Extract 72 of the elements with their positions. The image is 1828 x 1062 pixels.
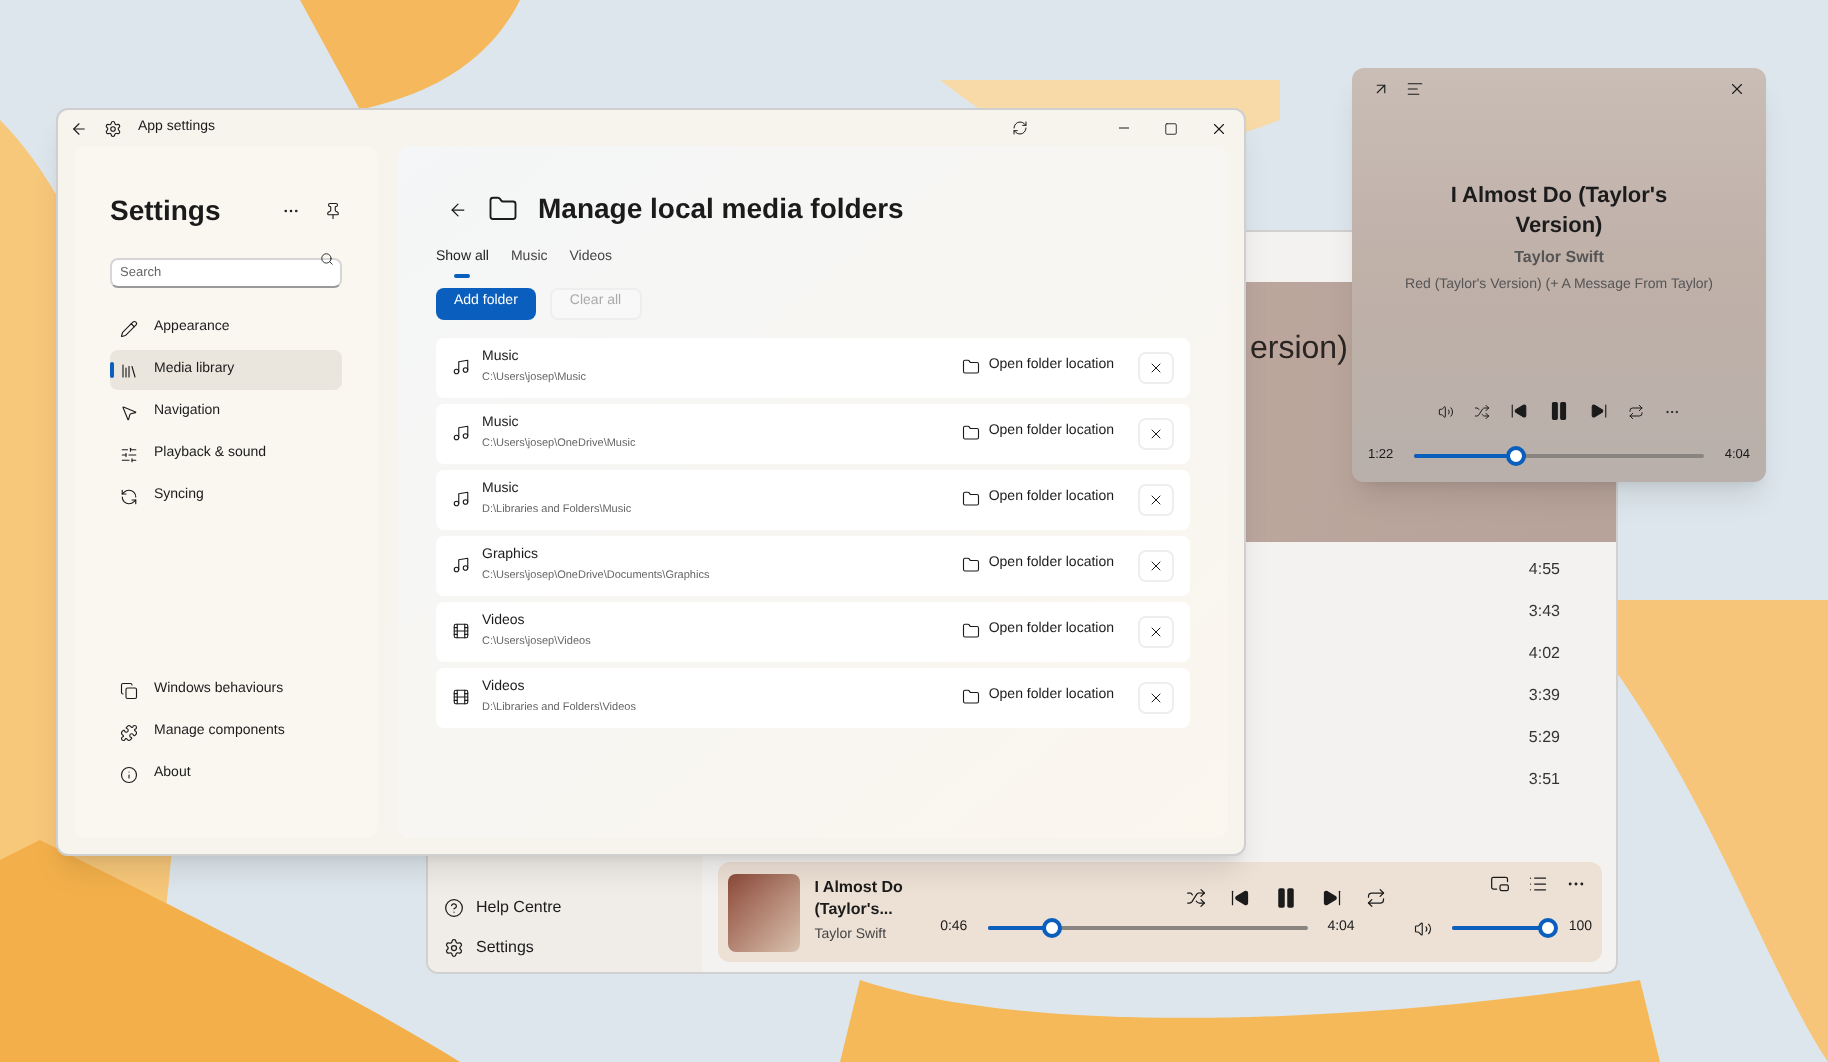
slider-thumb[interactable]	[1505, 446, 1526, 466]
previous-icon[interactable]	[1230, 887, 1251, 908]
album-art-placeholder	[728, 873, 801, 951]
maximize-icon[interactable]	[1164, 121, 1178, 135]
next-icon[interactable]	[1590, 402, 1608, 420]
track-title: I Almost Do (Taylor's...	[814, 876, 905, 921]
repeat-icon[interactable]	[1628, 403, 1644, 419]
folder-icon	[962, 424, 981, 442]
help-icon	[444, 898, 464, 918]
settings-icon	[444, 938, 464, 958]
back-icon[interactable]	[448, 199, 468, 219]
music-note-icon	[452, 490, 470, 508]
folder-icon	[962, 358, 981, 376]
track-duration: 3:51	[1528, 768, 1560, 792]
puzzle-icon	[120, 723, 138, 741]
gear-icon	[104, 119, 122, 137]
refresh-icon[interactable]	[1012, 120, 1028, 136]
expand-icon[interactable]	[1372, 80, 1390, 98]
music-note-icon	[452, 424, 470, 442]
close-icon	[1148, 359, 1164, 375]
folder-icon	[962, 556, 981, 574]
close-icon	[1148, 689, 1164, 705]
page-title: Manage local media folders	[538, 190, 904, 228]
list-icon[interactable]	[1406, 80, 1424, 98]
sliders-icon	[120, 445, 138, 463]
song-title: I Almost Do (Taylor's Version)	[1448, 182, 1670, 242]
volume-icon[interactable]	[1438, 403, 1454, 419]
info-icon	[120, 765, 138, 783]
music-note-icon	[452, 556, 470, 574]
windows-icon	[120, 681, 138, 699]
folder-icon	[962, 622, 981, 640]
track-duration: 3:39	[1528, 684, 1560, 708]
close-icon[interactable]	[1728, 80, 1746, 98]
repeat-icon[interactable]	[1366, 887, 1387, 908]
close-icon	[1148, 623, 1164, 639]
track-duration: 3:43	[1528, 600, 1560, 624]
slider-thumb[interactable]	[1041, 918, 1062, 938]
track-duration: 5:29	[1528, 726, 1560, 750]
library-icon	[120, 361, 138, 379]
song-artist: Taylor Swift	[1514, 246, 1604, 270]
list-icon[interactable]	[1528, 874, 1548, 894]
film-icon	[452, 688, 470, 706]
pin-icon[interactable]	[324, 202, 342, 220]
shuffle-icon[interactable]	[1474, 403, 1490, 419]
back-icon[interactable]	[70, 119, 88, 137]
sidebar-title: Settings	[110, 192, 223, 230]
close-icon[interactable]	[1210, 119, 1228, 137]
close-icon	[1148, 491, 1164, 507]
close-icon	[1148, 425, 1164, 441]
folder-icon	[962, 490, 981, 508]
previous-icon[interactable]	[1510, 402, 1528, 420]
slider-thumb[interactable]	[1538, 918, 1559, 938]
mini-player-icon[interactable]	[1490, 874, 1510, 894]
track-duration: 4:02	[1528, 642, 1560, 666]
close-icon	[1148, 557, 1164, 573]
pointer-icon	[120, 403, 138, 421]
search-icon	[320, 252, 334, 266]
sidebar-item[interactable]: Help Centre	[476, 896, 562, 920]
track-duration: 4:55	[1528, 558, 1560, 582]
volume-icon[interactable]	[1414, 919, 1433, 937]
pause-icon[interactable]	[1548, 400, 1570, 422]
sidebar-item[interactable]: Settings	[476, 936, 534, 960]
film-icon	[452, 622, 470, 640]
folder-icon	[488, 194, 518, 224]
sync-icon	[120, 487, 138, 505]
shuffle-icon[interactable]	[1186, 887, 1207, 908]
music-note-icon	[452, 358, 470, 376]
pause-icon[interactable]	[1274, 885, 1299, 910]
folder-icon	[962, 688, 981, 706]
header-title: ersion)	[1250, 330, 1348, 370]
pencil-icon	[120, 319, 138, 337]
next-icon[interactable]	[1322, 887, 1343, 908]
